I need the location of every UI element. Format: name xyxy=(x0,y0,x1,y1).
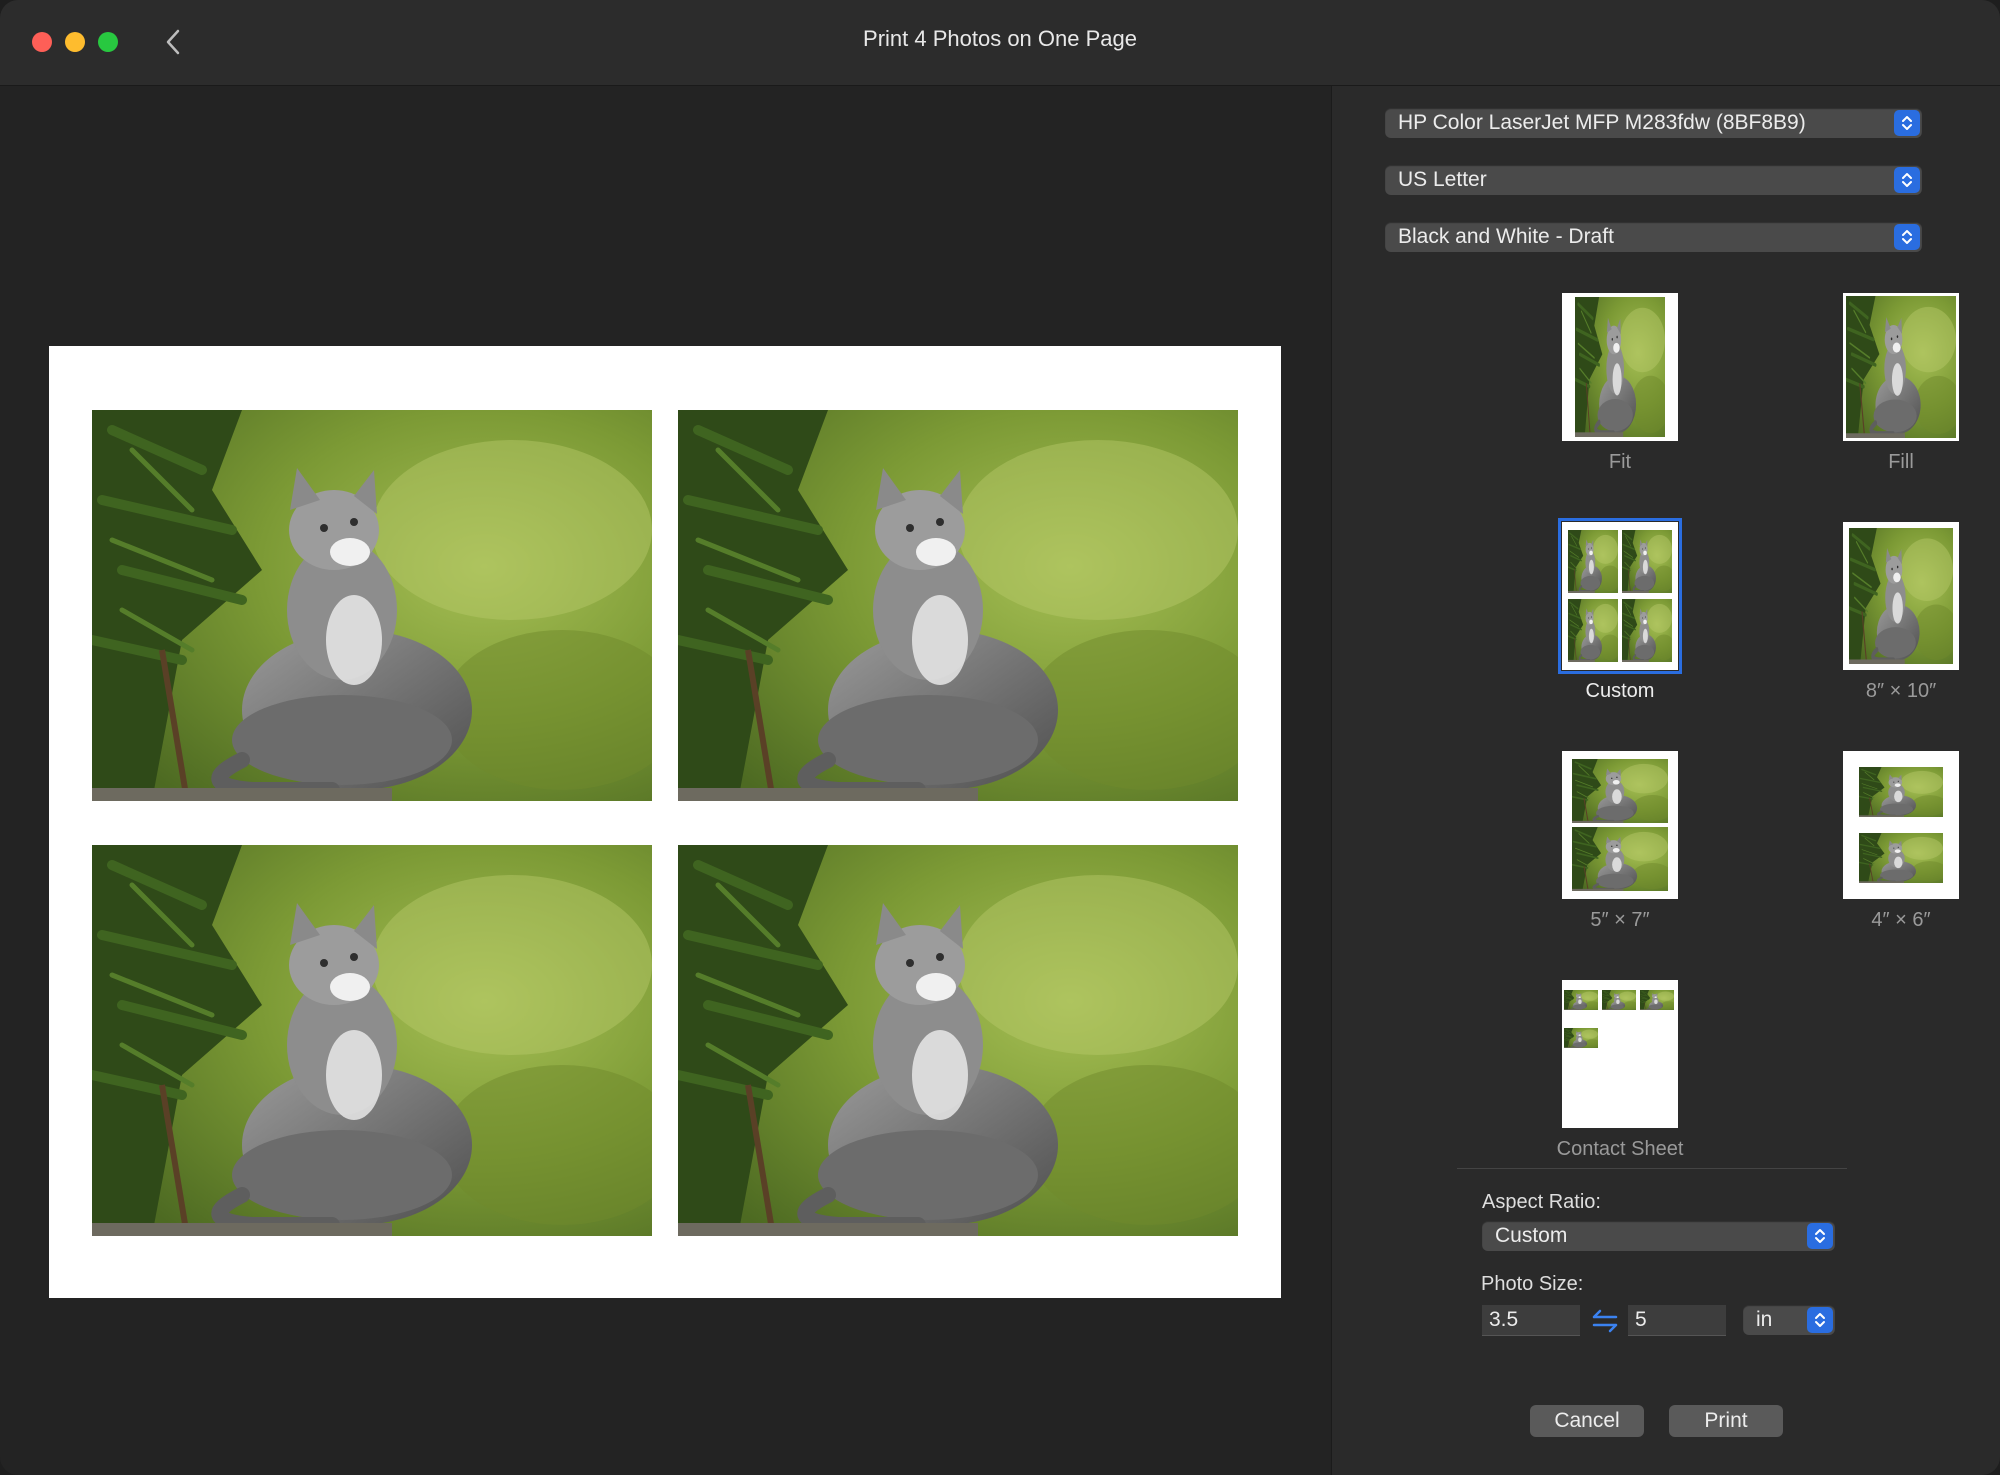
layout-thumbnail xyxy=(1562,980,1678,1128)
print-button[interactable]: Print xyxy=(1669,1405,1783,1437)
up-down-chevron-icon xyxy=(1807,1307,1833,1333)
layout-5x7[interactable]: 5″ × 7″ xyxy=(1520,751,1720,932)
layout-thumbnail xyxy=(1843,522,1959,670)
aspect-ratio-value: Custom xyxy=(1495,1224,1568,1247)
layout-thumbnail xyxy=(1558,518,1682,674)
layout-thumbnail xyxy=(1562,293,1678,441)
layout-thumbnail xyxy=(1843,293,1959,441)
title-bar: Print 4 Photos on One Page xyxy=(0,0,2000,86)
layout-label: 4″ × 6″ xyxy=(1871,909,1931,931)
layout-label: 5″ × 7″ xyxy=(1590,909,1650,931)
up-down-chevron-icon xyxy=(1894,110,1920,136)
layout-thumbnail xyxy=(1562,751,1678,899)
print-preview xyxy=(0,86,1330,1475)
swap-dimensions-icon[interactable] xyxy=(1590,1308,1620,1334)
photo-height-field[interactable]: 5 xyxy=(1628,1305,1726,1336)
quality-value: Black and White - Draft xyxy=(1398,225,1614,248)
up-down-chevron-icon xyxy=(1807,1223,1833,1249)
print-options-sidebar: HP Color LaserJet MFP M283fdw (8BF8B9) U… xyxy=(1331,86,2000,1475)
layout-8x10[interactable]: 8″ × 10″ xyxy=(1801,522,2000,703)
photo-height-value: 5 xyxy=(1635,1308,1647,1331)
photo-preview-2 xyxy=(678,410,1238,801)
up-down-chevron-icon xyxy=(1894,224,1920,250)
printer-select-value: HP Color LaserJet MFP M283fdw (8BF8B9) xyxy=(1398,111,1806,134)
cancel-button[interactable]: Cancel xyxy=(1530,1405,1644,1437)
layout-4x6[interactable]: 4″ × 6″ xyxy=(1801,751,2000,932)
layout-custom[interactable]: Custom xyxy=(1520,518,1720,703)
up-down-chevron-icon xyxy=(1894,167,1920,193)
photo-preview-4 xyxy=(678,845,1238,1236)
layout-label: Fill xyxy=(1888,451,1914,473)
aspect-ratio-label: Aspect Ratio: xyxy=(1482,1191,1601,1213)
aspect-ratio-select[interactable]: Custom xyxy=(1482,1221,1835,1251)
photo-width-field[interactable]: 3.5 xyxy=(1482,1305,1580,1336)
paper-preview xyxy=(49,346,1281,1298)
print-window: Print 4 Photos on One Page HP Color Lase… xyxy=(0,0,2000,1475)
paper-size-value: US Letter xyxy=(1398,168,1487,191)
unit-select[interactable]: in xyxy=(1743,1305,1835,1335)
paper-size-select[interactable]: US Letter xyxy=(1385,165,1922,195)
window-title: Print 4 Photos on One Page xyxy=(863,26,1137,51)
unit-value: in xyxy=(1756,1308,1773,1331)
layout-contact-sheet[interactable]: Contact Sheet xyxy=(1520,980,1720,1161)
layout-thumbnail xyxy=(1843,751,1959,899)
photo-preview-1 xyxy=(92,410,652,801)
layout-label: Fit xyxy=(1608,451,1632,473)
photo-size-label: Photo Size: xyxy=(1481,1273,1584,1295)
photo-preview-3 xyxy=(92,845,652,1236)
divider xyxy=(1457,1168,1847,1169)
layout-label: 8″ × 10″ xyxy=(1865,680,1937,702)
photo-width-value: 3.5 xyxy=(1489,1308,1519,1331)
layout-fit[interactable]: Fit xyxy=(1520,293,1720,474)
layout-label: Contact Sheet xyxy=(1556,1138,1684,1160)
printer-select[interactable]: HP Color LaserJet MFP M283fdw (8BF8B9) xyxy=(1385,108,1922,138)
quality-select[interactable]: Black and White - Draft xyxy=(1385,222,1922,252)
layout-fill[interactable]: Fill xyxy=(1801,293,2000,474)
layout-label: Custom xyxy=(1585,680,1655,702)
